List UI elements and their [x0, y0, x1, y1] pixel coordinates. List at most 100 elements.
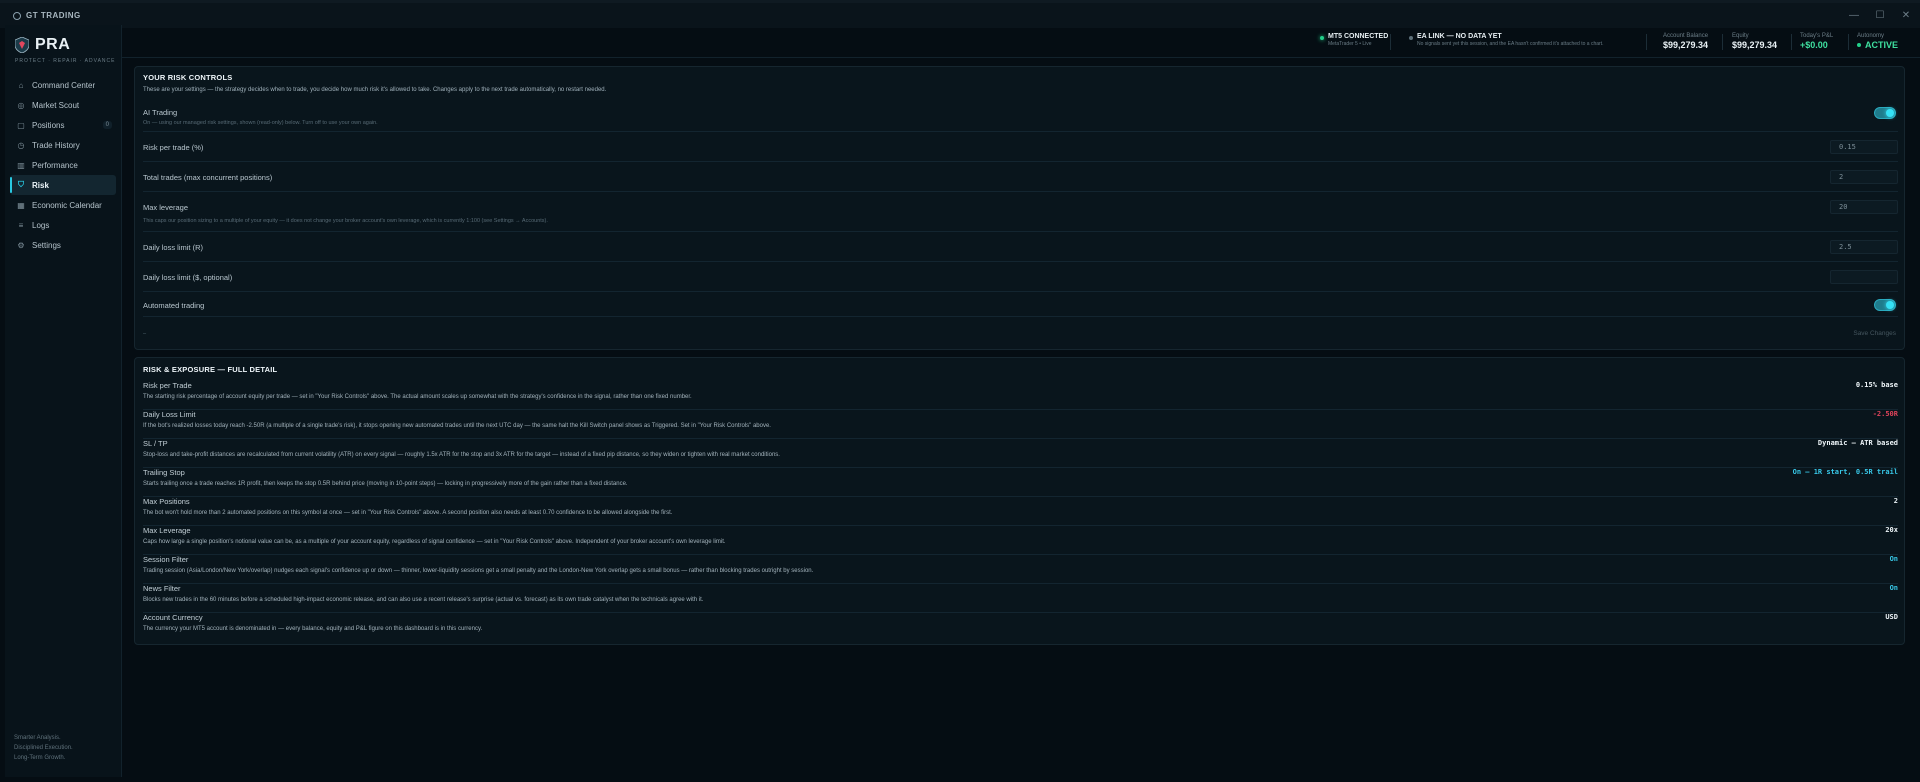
- sidebar-item-label: Economic Calendar: [32, 200, 102, 210]
- sidebar-item-label: Trade History: [32, 140, 80, 150]
- automated-trading-row: Automated trading: [143, 293, 1898, 317]
- exposure-value: -2.50R: [1872, 410, 1898, 418]
- brand-tagline: PROTECT · REPAIR · ADVANCE: [15, 58, 116, 64]
- exposure-value: USD: [1885, 613, 1898, 621]
- exposure-title: Account Currency: [143, 613, 203, 622]
- divider: [1848, 34, 1849, 50]
- exposure-value: 20x: [1885, 526, 1898, 534]
- exposure-title: Daily Loss Limit: [143, 410, 196, 419]
- panel-title: RISK & EXPOSURE — FULL DETAIL: [143, 365, 278, 374]
- account-balance: Account Balance $99,279.34: [1663, 33, 1708, 50]
- sidebar-item-performance[interactable]: ▥ Performance: [10, 155, 116, 175]
- ai-trading-row: AI Trading On — using our managed risk s…: [143, 102, 1898, 132]
- sidebar-item-risk[interactable]: ⛉ Risk: [10, 175, 116, 195]
- app-title: GT TRADING: [26, 11, 81, 20]
- exposure-description: Trading session (Asia/London/New York/ov…: [143, 568, 814, 574]
- calendar-icon: ▦: [17, 200, 25, 210]
- autonomy-value: ACTIVE: [1857, 40, 1898, 50]
- exposure-description: The bot won't hold more than 2 automated…: [143, 510, 673, 516]
- sidebar-item-label: Logs: [32, 220, 50, 230]
- lock-icon: ▢: [17, 120, 25, 130]
- sidebar-footer: Smarter Analysis. Disciplined Execution.…: [14, 733, 73, 763]
- status-dash: –: [143, 331, 147, 337]
- exposure-description: Starts trailing once a trade reaches 1R …: [143, 481, 628, 487]
- mt5-status[interactable]: MT5 CONNECTED MetaTrader 5 • Live: [1320, 33, 1388, 47]
- maximize-icon[interactable]: ☐: [1874, 10, 1886, 21]
- risk-per-trade-label: Risk per trade (%): [143, 143, 204, 152]
- daily-loss-usd-input[interactable]: [1830, 270, 1898, 284]
- risk-exposure-panel: RISK & EXPOSURE — FULL DETAIL Risk per T…: [134, 357, 1905, 645]
- compass-icon: ◎: [17, 100, 25, 110]
- exposure-description: Blocks new trades in the 60 minutes befo…: [143, 597, 704, 603]
- risk-per-trade-input[interactable]: 0.15: [1830, 140, 1898, 154]
- ea-link-status[interactable]: EA LINK — NO DATA YET No signals sent ye…: [1409, 33, 1603, 47]
- app-icon: [13, 11, 21, 20]
- sidebar-item-label: Command Center: [32, 80, 96, 90]
- clock-icon: ◷: [17, 140, 25, 150]
- toggle-knob: [1886, 109, 1894, 117]
- toggle-knob: [1886, 301, 1894, 309]
- sidebar-item-label: Settings: [32, 240, 61, 250]
- mt5-status-sub: MetaTrader 5 • Live: [1328, 41, 1372, 47]
- minimize-icon[interactable]: —: [1848, 10, 1860, 21]
- equity-value: $99,279.34: [1732, 40, 1778, 50]
- todays-pnl-label: Today's P&L: [1800, 33, 1834, 39]
- exposure-value: 2: [1893, 497, 1898, 505]
- total-trades-input[interactable]: 2: [1830, 170, 1898, 184]
- exposure-row: Risk per Trade The starting risk percenta…: [143, 381, 1898, 410]
- sidebar-item-trade-history[interactable]: ◷ Trade History: [10, 135, 116, 155]
- exposure-row: Session Filter Trading session (Asia/Lond…: [143, 555, 1898, 584]
- sidebar-item-market-scout[interactable]: ◎ Market Scout: [10, 95, 116, 115]
- todays-pnl: Today's P&L +$0.00: [1800, 33, 1833, 50]
- exposure-description: The starting risk percentage of account …: [143, 394, 692, 400]
- max-leverage-row: Max leverage This caps our position sizi…: [143, 193, 1898, 232]
- sidebar-item-positions[interactable]: ▢ Positions 0: [10, 115, 116, 135]
- exposure-title: Risk per Trade: [143, 381, 192, 390]
- exposure-title: Trailing Stop: [143, 468, 185, 477]
- daily-loss-r-input[interactable]: 2.5: [1830, 240, 1898, 254]
- exposure-description: The currency your MT5 account is denomin…: [143, 626, 483, 632]
- status-dot-icon: [1320, 36, 1324, 40]
- brand-name: PRA: [35, 36, 71, 53]
- exposure-row: News Filter Blocks new trades in the 60 m…: [143, 584, 1898, 613]
- sidebar-item-settings[interactable]: ⚙ Settings: [10, 235, 116, 255]
- exposure-row: Trailing Stop Starts trailing once a trad…: [143, 468, 1898, 497]
- ai-trading-toggle[interactable]: [1874, 107, 1896, 119]
- ea-status-sub: No signals sent yet this session, and th…: [1417, 41, 1604, 47]
- exposure-row: SL / TP Stop-loss and take-profit distanc…: [143, 439, 1898, 468]
- exposure-value: On: [1889, 555, 1898, 563]
- sidebar-nav: ⌂ Command Center ◎ Market Scout ▢ Positions 0 ◷…: [10, 75, 116, 255]
- exposure-title: SL / TP: [143, 439, 168, 448]
- exposure-description: If the bot's realized losses today reach…: [143, 423, 771, 429]
- exposure-title: Max Positions: [143, 497, 190, 506]
- window-controls: — ☐ ✕: [1848, 10, 1912, 21]
- close-icon[interactable]: ✕: [1900, 10, 1912, 21]
- divider: [1791, 34, 1792, 50]
- footer-line: Long-Term Growth.: [14, 755, 66, 761]
- sidebar-item-economic-calendar[interactable]: ▦ Economic Calendar: [10, 195, 116, 215]
- sidebar-item-logs[interactable]: ≡ Logs: [10, 215, 116, 235]
- max-leverage-label: Max leverage: [143, 203, 189, 212]
- equity-label: Equity: [1732, 33, 1749, 39]
- sidebar-item-label: Market Scout: [32, 100, 80, 110]
- account-balance-value: $99,279.34: [1663, 40, 1709, 50]
- sidebar-item-label: Risk: [32, 180, 49, 190]
- total-trades-row: Total trades (max concurrent positions) …: [143, 163, 1898, 192]
- equity: Equity $99,279.34: [1732, 33, 1777, 50]
- sidebar-item-command-center[interactable]: ⌂ Command Center: [10, 75, 116, 95]
- exposure-description: Stop-loss and take-profit distances are …: [143, 452, 780, 458]
- status-dot-icon: [1409, 36, 1413, 40]
- home-icon: ⌂: [18, 80, 24, 90]
- risk-per-trade-row: Risk per trade (%) 0.15: [143, 133, 1898, 162]
- brand[interactable]: PRA: [15, 36, 70, 54]
- footer-line: Smarter Analysis.: [14, 735, 61, 741]
- mt5-status-title: MT5 CONNECTED: [1328, 33, 1389, 40]
- divider: [1722, 34, 1723, 50]
- max-leverage-input[interactable]: 20: [1830, 200, 1898, 214]
- divider: [1646, 34, 1647, 50]
- save-changes-button[interactable]: Save Changes: [1853, 330, 1896, 337]
- automated-trading-toggle[interactable]: [1874, 299, 1896, 311]
- exposure-title: News Filter: [143, 584, 181, 593]
- automated-trading-label: Automated trading: [143, 301, 205, 310]
- exposure-title: Max Leverage: [143, 526, 191, 535]
